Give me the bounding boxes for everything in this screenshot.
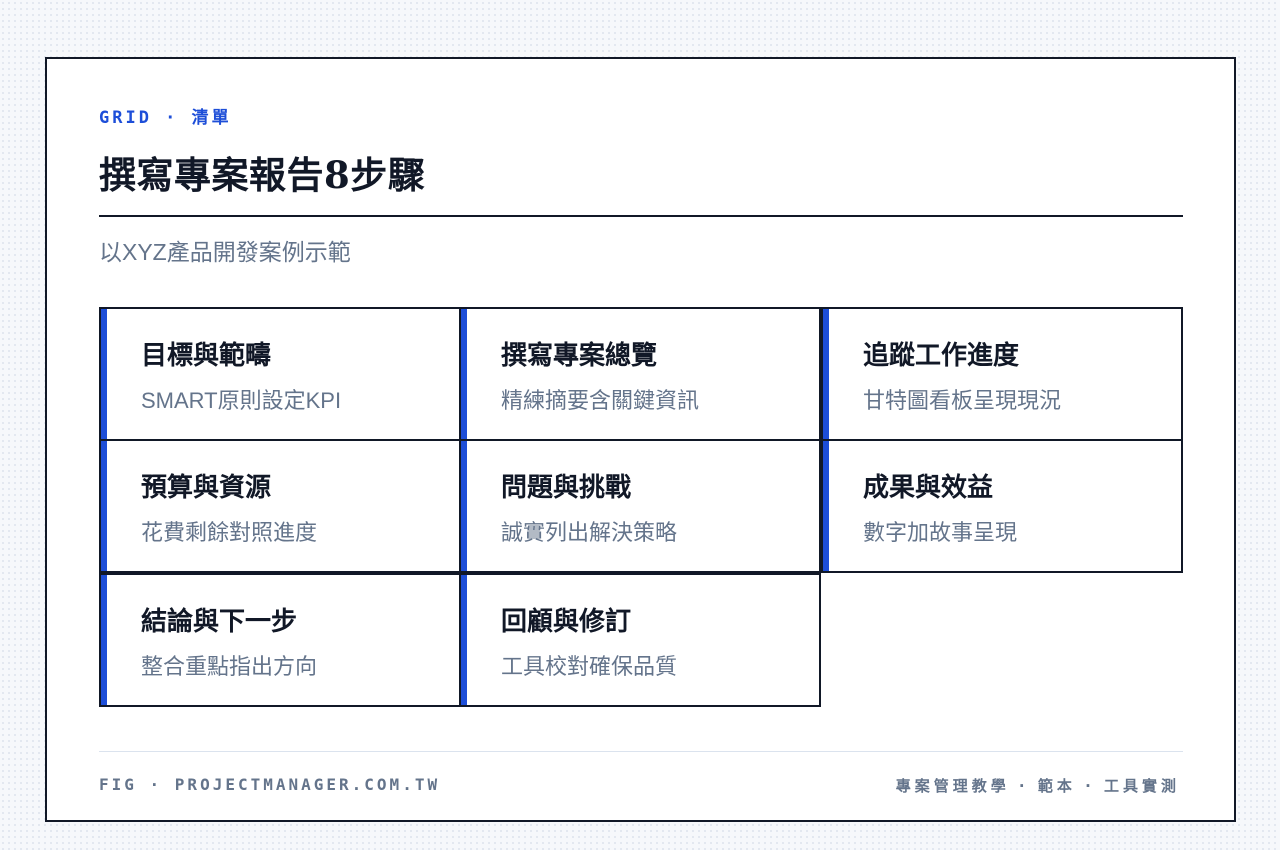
eyebrow-label: GRID · 清單: [99, 108, 232, 128]
step-card-7: 結論與下一步 整合重點指出方向: [99, 573, 461, 707]
step-accent-bar: [461, 441, 467, 571]
step-accent-bar: [461, 575, 467, 705]
step-title: 撰寫專案總覽: [501, 341, 658, 371]
footer-source: FIG · PROJECTMANAGER.COM.TW: [99, 775, 441, 794]
step-card-8: 回顧與修訂 工具校對確保品質: [459, 573, 821, 707]
step-description: 花費剩餘對照進度: [141, 520, 318, 545]
step-card-3: 追蹤工作進度 甘特圖看板呈現現況: [821, 307, 1183, 441]
step-accent-bar: [461, 309, 467, 439]
step-title: 回顧與修訂: [501, 607, 632, 637]
figure-card: GRID · 清單 撰寫專案報告8步驟 以XYZ產品開發案例示範 目標與範疇 S…: [45, 57, 1236, 822]
step-accent-bar: [823, 309, 829, 439]
step-title: 成果與效益: [863, 473, 994, 503]
title-divider: [99, 215, 1183, 217]
step-title: 問題與挑戰: [501, 473, 632, 503]
page-title: 撰寫專案報告8步驟: [99, 153, 426, 197]
step-card-1: 目標與範疇 SMART原則設定KPI: [99, 307, 461, 441]
step-accent-bar: [823, 441, 829, 571]
step-accent-bar: [101, 575, 107, 705]
step-title: 結論與下一步: [141, 607, 298, 637]
step-card-6: 成果與效益 數字加故事呈現: [821, 439, 1183, 573]
step-description: 整合重點指出方向: [141, 654, 318, 679]
page-subtitle: 以XYZ產品開發案例示範: [99, 239, 351, 265]
step-description: SMART原則設定KPI: [141, 388, 342, 413]
step-accent-bar: [101, 441, 107, 571]
step-description: 工具校對確保品質: [501, 654, 678, 679]
step-title: 目標與範疇: [141, 341, 272, 371]
step-card-4: 預算與資源 花費剩餘對照進度: [99, 439, 461, 573]
step-accent-bar: [101, 309, 107, 439]
step-title: 預算與資源: [141, 473, 272, 503]
step-description: 數字加故事呈現: [863, 520, 1018, 545]
step-description: 精練摘要含關鍵資訊: [501, 388, 700, 413]
step-description: 甘特圖看板呈現現況: [863, 388, 1062, 413]
steps-grid: 目標與範疇 SMART原則設定KPI 撰寫專案總覽 精練摘要含關鍵資訊 追蹤工作…: [99, 307, 1183, 707]
footer-tags: 專案管理教學 · 範本 · 工具實測: [895, 777, 1180, 795]
step-description: 誠實列出解決策略: [501, 520, 678, 545]
step-card-2: 撰寫專案總覽 精練摘要含關鍵資訊: [459, 307, 821, 441]
step-card-5: 問題與挑戰 誠實列出解決策略: [459, 439, 821, 573]
step-title: 追蹤工作進度: [863, 341, 1020, 371]
footer-divider: [99, 751, 1183, 752]
